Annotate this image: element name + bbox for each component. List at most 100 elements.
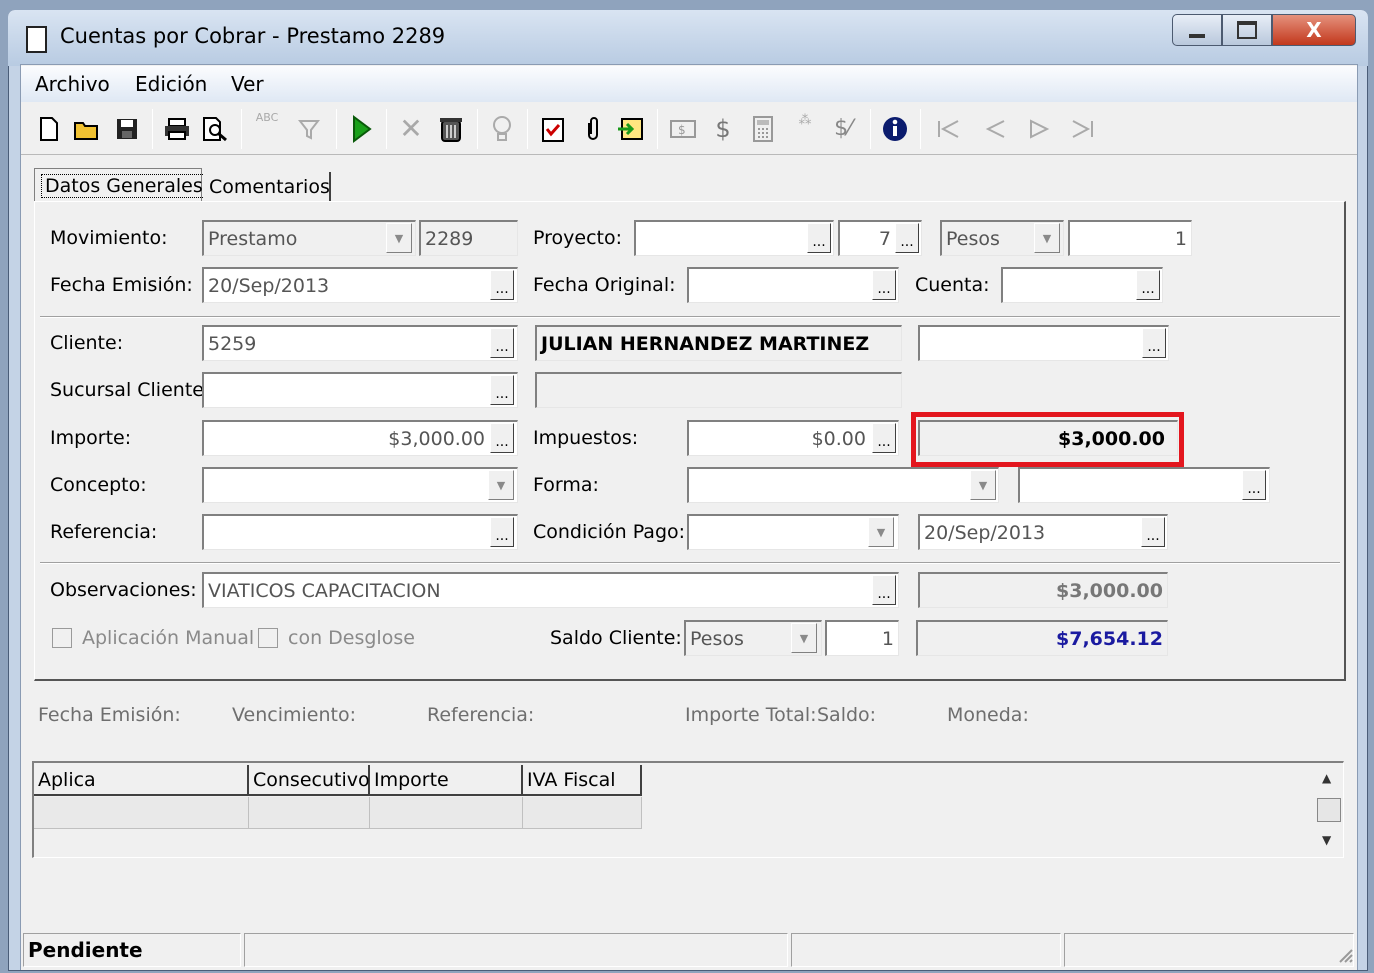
previous-record-icon[interactable] [980,114,1010,144]
calculator-icon[interactable] [748,114,778,144]
cuenta-lookup-button[interactable]: ... [1136,270,1160,300]
grid-header-consecutivo[interactable]: Consecutivo [249,765,370,796]
importe-calc-button[interactable]: ... [490,423,514,453]
impuestos-calc-button[interactable]: ... [872,423,896,453]
movimiento-dropdown-button[interactable]: ▼ [386,223,412,253]
fecha-original-picker-button[interactable]: ... [872,270,896,300]
tipo-cambio-field[interactable]: 1 [1068,220,1192,256]
menu-archivo[interactable]: Archivo [35,72,110,96]
moneda-dropdown-button[interactable]: ▼ [1034,223,1060,253]
referencia-field[interactable] [202,514,518,550]
aplicacion-manual-checkbox[interactable] [52,628,72,648]
last-record-icon[interactable] [1068,114,1098,144]
play-icon[interactable] [346,114,376,144]
grid-scrollbar[interactable]: ▲ ▼ [1316,765,1342,855]
grid-header-importe[interactable]: Importe [370,765,523,796]
info-icon[interactable] [880,114,910,144]
dollar-icon[interactable]: $ [708,114,738,144]
status-panel [244,933,788,967]
movimiento-number-field[interactable]: 2289 [419,220,518,256]
movimiento-select[interactable]: Prestamo [202,220,416,256]
forma-extra-lookup-button[interactable]: ... [1242,470,1266,500]
vencimiento-value: 20/Sep/2013 [924,521,1046,544]
first-record-icon[interactable] [934,114,964,144]
window-title: Cuentas por Cobrar - Prestamo 2289 [60,24,446,48]
filter-icon[interactable] [294,114,324,144]
concepto-label: Concepto: [50,474,147,496]
scroll-thumb[interactable] [1317,798,1341,822]
grid-cell[interactable] [249,797,370,829]
sucursal-lookup-button[interactable]: ... [490,375,514,405]
condicion-pago-dropdown-button[interactable]: ▼ [868,517,894,547]
menu-ver[interactable]: Ver [231,72,264,96]
detail-header-referencia: Referencia: [427,704,535,726]
open-folder-icon[interactable] [72,114,102,144]
proyecto-number-lookup-button[interactable]: ... [895,223,919,253]
toolbar-separator [336,109,337,149]
proyecto-field[interactable] [634,220,834,256]
forma-dropdown-button[interactable]: ▼ [970,470,996,500]
grid-header-iva-fiscal[interactable]: IVA Fiscal [523,765,642,796]
delete-icon[interactable] [436,114,466,144]
detail-header-moneda: Moneda: [947,704,1029,726]
tab-label: Datos Generales [41,173,207,198]
cancel-icon[interactable]: ✕ [396,114,426,144]
movimiento-number: 2289 [425,227,474,250]
import-icon[interactable] [616,114,646,144]
stars-icon[interactable]: ⁂ [790,114,820,144]
observaciones-lookup-button[interactable]: ... [872,575,896,605]
cliente-extra-lookup-button[interactable]: ... [1142,328,1166,358]
lightbulb-icon[interactable] [487,114,517,144]
print-preview-icon[interactable] [200,114,230,144]
sucursal-cliente-field[interactable] [202,372,518,408]
concepto-select[interactable] [202,467,518,503]
forma-extra-field[interactable] [1018,467,1270,503]
close-button[interactable]: X [1272,14,1356,46]
fecha-original-field[interactable] [687,267,899,303]
money-bill-icon[interactable]: $ [668,114,698,144]
vencimiento-picker-button[interactable]: ... [1141,517,1165,547]
importe-label: Importe: [50,427,132,449]
status-estado: Pendiente [23,933,241,967]
saldo-moneda-dropdown-button[interactable]: ▼ [791,623,817,653]
grid-header-aplica[interactable]: Aplica [34,765,249,796]
impuestos-field[interactable]: $0.00 [687,420,899,456]
concepto-dropdown-button[interactable]: ▼ [488,470,514,500]
tab-datos-generales[interactable]: Datos Generales [34,168,207,202]
tab-comentarios[interactable]: Comentarios [203,172,331,202]
save-icon[interactable] [112,114,142,144]
grid-cell[interactable] [523,797,642,829]
clipboard-check-icon[interactable] [538,114,568,144]
saldo-tipo-cambio-field[interactable]: 1 [825,620,899,656]
next-record-icon[interactable] [1024,114,1054,144]
section-divider [40,316,1340,318]
tipo-cambio-value: 1 [1174,227,1187,250]
fecha-emision-field[interactable]: 20/Sep/2013 [202,267,518,303]
dollar-percent-icon[interactable]: $⁄ [828,114,858,144]
minimize-button[interactable] [1172,14,1222,46]
detail-header-fecha-emision: Fecha Emisión: [38,704,181,726]
importe-field[interactable]: $3,000.00 [202,420,518,456]
referencia-lookup-button[interactable]: ... [490,517,514,547]
grid-cell[interactable] [370,797,523,829]
observaciones-field[interactable]: VIATICOS CAPACITACION [202,572,899,608]
grid-cell[interactable] [34,797,249,829]
cliente-field[interactable]: 5259 [202,325,518,361]
spell-check-icon[interactable]: ABC [252,112,282,142]
fecha-emision-picker-button[interactable]: ... [490,270,514,300]
menu-edicion[interactable]: Edición [135,72,207,96]
proyecto-lookup-button[interactable]: ... [807,223,831,253]
detail-header-importe-total: Importe Total: [685,704,817,726]
con-desglose-checkbox[interactable] [258,628,278,648]
maximize-button[interactable] [1222,14,1272,46]
new-document-icon[interactable] [34,114,64,144]
scroll-down-icon[interactable]: ▼ [1322,833,1331,847]
cliente-lookup-button[interactable]: ... [490,328,514,358]
vencimiento-field[interactable]: 20/Sep/2013 [918,514,1168,550]
scroll-up-icon[interactable]: ▲ [1322,771,1331,785]
paperclip-icon[interactable] [578,114,608,144]
forma-select[interactable] [687,467,999,503]
cliente-extra-field[interactable] [918,325,1169,361]
print-icon[interactable] [162,114,192,144]
resize-grip-icon[interactable] [1334,944,1354,969]
